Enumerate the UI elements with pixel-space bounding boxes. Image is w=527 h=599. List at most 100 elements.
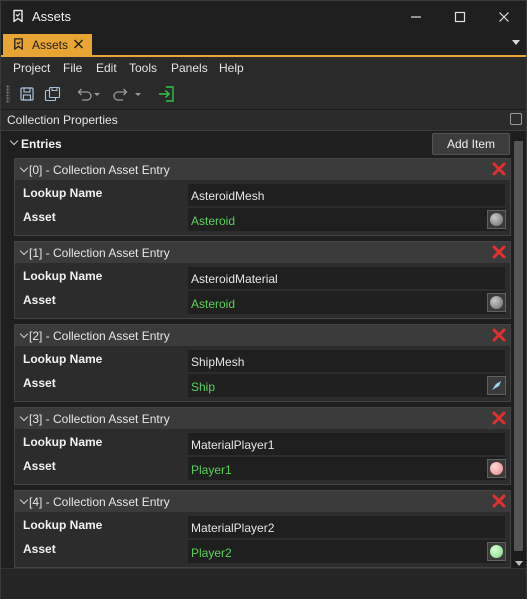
entry-header[interactable]: [4] - Collection Asset Entry [15,491,510,512]
redo-icon [113,88,141,101]
minimize-icon [411,15,421,18]
entry-header[interactable]: [2] - Collection Asset Entry [15,325,510,346]
collection-entry: [0] - Collection Asset Entry Lookup Name… [14,158,511,236]
menu-project[interactable]: Project [13,61,50,75]
lookup-name-field[interactable]: MaterialPlayer2 [188,516,505,538]
window-title: Assets [32,9,72,24]
tab-label: Assets [32,38,69,52]
exit-icon [159,86,174,102]
delete-entry-icon[interactable] [491,410,507,426]
entries-row: Entries Add Item [1,131,513,157]
maximize-button[interactable] [438,1,482,32]
panel-title: Collection Properties [7,113,118,127]
lookup-name-label: Lookup Name [23,435,103,449]
app-bookmark-icon [13,9,23,23]
entry-collapse-chevron-icon[interactable] [19,246,29,256]
menu-panels[interactable]: Panels [171,61,208,75]
assets-window: Assets Assets Project File Edit Tools Pa… [0,0,527,599]
entries-collapse-chevron-icon[interactable] [9,136,19,146]
asset-label: Asset [23,210,56,224]
entries-label: Entries [21,137,62,151]
asset-label: Asset [23,459,56,473]
scrollbar-thumb[interactable] [514,141,523,551]
entry-header[interactable]: [0] - Collection Asset Entry [15,159,510,180]
title-bar: Assets [1,1,526,32]
collection-entry: [2] - Collection Asset Entry Lookup Name… [14,324,511,402]
save-icon [20,87,34,101]
scroll-down-arrow-icon[interactable] [515,561,523,566]
exit-button[interactable] [156,84,176,104]
bookmark-icon [14,38,23,50]
undo-icon [77,88,100,101]
lookup-name-label: Lookup Name [23,518,103,532]
tab-assets[interactable]: Assets [3,34,92,55]
asset-thumbnail-icon [490,462,503,475]
asset-field[interactable]: Ship [188,374,505,397]
tab-list-dropdown-icon[interactable] [512,40,520,45]
toolbar [1,79,526,110]
asset-picker-button[interactable] [487,210,506,229]
entry-header[interactable]: [3] - Collection Asset Entry [15,408,510,429]
menu-tools[interactable]: Tools [129,61,157,75]
entry-collapse-chevron-icon[interactable] [19,163,29,173]
undo-button[interactable] [75,84,101,104]
entry-title: [4] - Collection Asset Entry [29,495,170,509]
entry-collapse-chevron-icon[interactable] [19,495,29,505]
asset-thumbnail-icon [490,213,503,226]
panel-pin-icon[interactable] [510,113,522,125]
menu-file[interactable]: File [63,61,82,75]
collection-entry: [1] - Collection Asset Entry Lookup Name… [14,241,511,319]
entry-collapse-chevron-icon[interactable] [19,412,29,422]
save-button[interactable] [17,84,37,104]
collection-entry: [3] - Collection Asset Entry Lookup Name… [14,407,511,485]
lookup-name-label: Lookup Name [23,186,103,200]
delete-entry-icon[interactable] [491,161,507,177]
asset-picker-button[interactable] [487,542,506,561]
lookup-name-label: Lookup Name [23,269,103,283]
asset-field[interactable]: Player1 [188,457,505,480]
save-all-button[interactable] [42,84,62,104]
delete-entry-icon[interactable] [491,244,507,260]
properties-content: Entries Add Item [0] - Collection Asset … [1,131,526,568]
delete-entry-icon[interactable] [491,493,507,509]
collection-properties-header: Collection Properties [1,110,526,131]
lookup-name-label: Lookup Name [23,352,103,366]
toolbar-grip[interactable] [6,85,10,103]
menu-help[interactable]: Help [219,61,244,75]
entry-title: [0] - Collection Asset Entry [29,163,170,177]
lookup-name-field[interactable]: AsteroidMesh [188,184,505,206]
asset-field[interactable]: Player2 [188,540,505,563]
minimize-button[interactable] [394,1,438,32]
asset-label: Asset [23,542,56,556]
asset-thumbnail-icon [490,545,503,558]
maximize-icon [454,11,466,22]
asset-picker-button[interactable] [487,376,506,395]
asset-label: Asset [23,376,56,390]
collection-entry: [4] - Collection Asset Entry Lookup Name… [14,490,511,568]
bottom-bar [1,568,526,599]
close-icon [499,11,509,22]
asset-thumbnail-icon [490,296,503,309]
ship-thumbnail-icon [492,381,501,390]
save-all-icon [44,86,60,101]
asset-label: Asset [23,293,56,307]
asset-field[interactable]: Asteroid [188,208,505,231]
redo-button[interactable] [113,84,143,104]
entry-title: [3] - Collection Asset Entry [29,412,170,426]
asset-picker-button[interactable] [487,293,506,312]
entry-title: [2] - Collection Asset Entry [29,329,170,343]
delete-entry-icon[interactable] [491,327,507,343]
lookup-name-field[interactable]: AsteroidMaterial [188,267,505,289]
lookup-name-field[interactable]: MaterialPlayer1 [188,433,505,455]
lookup-name-field[interactable]: ShipMesh [188,350,505,372]
entry-header[interactable]: [1] - Collection Asset Entry [15,242,510,263]
close-window-button[interactable] [482,1,526,32]
entry-collapse-chevron-icon[interactable] [19,329,29,339]
add-item-button[interactable]: Add Item [432,133,510,155]
close-tab-icon[interactable] [73,37,84,51]
asset-field[interactable]: Asteroid [188,291,505,314]
menu-edit[interactable]: Edit [96,61,117,75]
asset-picker-button[interactable] [487,459,506,478]
entry-title: [1] - Collection Asset Entry [29,246,170,260]
vertical-scrollbar[interactable] [512,131,525,568]
